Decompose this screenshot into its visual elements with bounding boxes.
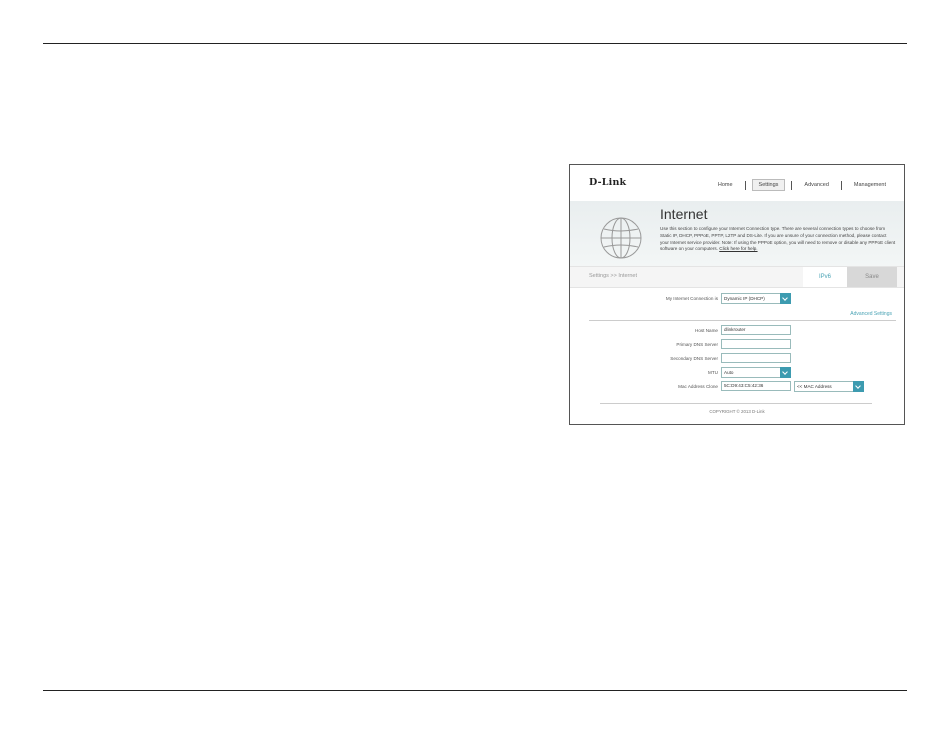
page-top-rule: [43, 43, 907, 44]
host-name-input[interactable]: dlinkrouter: [721, 325, 791, 335]
ipv6-button[interactable]: IPv6: [803, 267, 847, 287]
nav-management[interactable]: Management: [848, 180, 892, 190]
main-nav: Home Settings Advanced Management: [712, 179, 892, 191]
chevron-down-icon[interactable]: [853, 381, 864, 392]
breadcrumb: Settings >> Internet: [589, 273, 638, 279]
connection-type-label: My Internet Connection is: [665, 296, 718, 301]
mtu-label: MTU: [708, 370, 718, 375]
mac-address-select[interactable]: << MAC Address: [794, 381, 864, 392]
chevron-down-icon[interactable]: [780, 293, 791, 304]
primary-dns-input[interactable]: [721, 339, 791, 349]
primary-dns-label: Primary DNS Server: [676, 342, 718, 347]
mtu-select[interactable]: Auto: [721, 367, 791, 378]
section-banner: Internet Use this section to configure y…: [570, 201, 904, 266]
top-navigation-bar: D-Link Home Settings Advanced Management: [570, 165, 904, 201]
host-name-label: Host Name: [695, 328, 718, 333]
copyright-text: COPYRIGHT © 2013 D-Link: [709, 409, 765, 414]
secondary-dns-label: Secondary DNS Server: [670, 356, 718, 361]
secondary-dns-input[interactable]: [721, 353, 791, 363]
nav-separator: [791, 180, 793, 190]
connection-type-value: Dynamic IP (DHCP): [724, 296, 765, 301]
save-button[interactable]: Save: [847, 267, 897, 287]
nav-separator: [840, 180, 842, 190]
nav-settings[interactable]: Settings: [751, 179, 786, 191]
mtu-value: Auto: [724, 370, 734, 375]
mac-clone-input[interactable]: 5C:D9:43:C5:42:36: [721, 381, 791, 391]
page-bottom-rule: [43, 690, 907, 691]
dlink-logo: D-Link: [589, 177, 627, 188]
mac-address-select-value: << MAC Address: [797, 384, 832, 389]
help-link[interactable]: Click here for help.: [719, 246, 757, 251]
description-text: Use this section to configure your Inter…: [660, 226, 896, 252]
nav-home[interactable]: Home: [712, 180, 739, 190]
router-settings-screenshot: D-Link Home Settings Advanced Management…: [569, 164, 905, 425]
advanced-settings-link[interactable]: Advanced Settings: [850, 311, 892, 317]
chevron-down-icon[interactable]: [780, 367, 791, 378]
breadcrumb-bar: Settings >> Internet IPv6 Save: [570, 266, 904, 288]
connection-type-select[interactable]: Dynamic IP (DHCP): [721, 293, 791, 304]
globe-icon: [600, 217, 642, 259]
nav-separator: [744, 180, 746, 190]
mac-clone-label: Mac Address Clone: [678, 384, 718, 389]
footer-divider: [600, 403, 872, 404]
page-title: Internet: [660, 206, 708, 222]
page-description: Use this section to configure your Inter…: [660, 226, 896, 253]
section-divider: [589, 320, 896, 321]
nav-advanced[interactable]: Advanced: [798, 180, 834, 190]
